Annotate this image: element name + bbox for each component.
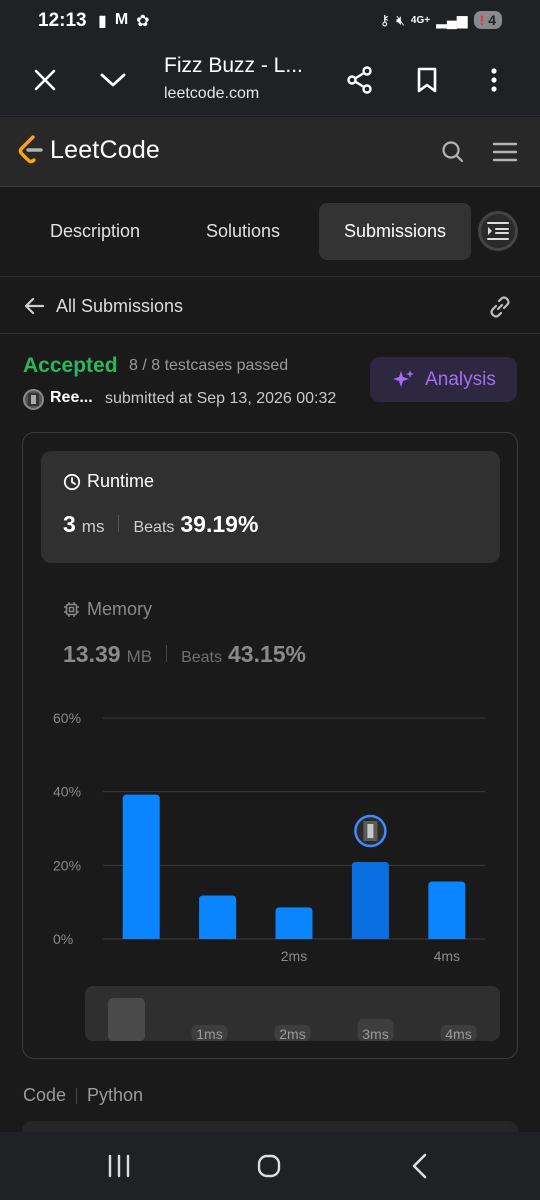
chevron-down-icon[interactable] bbox=[97, 64, 129, 96]
leetcode-header: LeetCode bbox=[0, 117, 540, 187]
y-tick-label: 60% bbox=[53, 710, 81, 726]
tab-description[interactable]: Description bbox=[22, 203, 168, 260]
system-navigation-bar bbox=[0, 1132, 540, 1200]
chart-bar[interactable] bbox=[275, 907, 313, 939]
home-icon[interactable] bbox=[249, 1150, 289, 1182]
y-tick-label: 0% bbox=[53, 931, 73, 947]
gmail-notification-icon: M bbox=[114, 11, 129, 28]
leetcode-logo-icon bbox=[18, 135, 43, 164]
tab-list-button[interactable] bbox=[478, 211, 518, 251]
y-tick-label: 40% bbox=[53, 784, 81, 800]
tab-solutions[interactable]: Solutions bbox=[180, 203, 306, 260]
problem-tabs: Description Solutions Submissions bbox=[0, 187, 540, 277]
minimap-label: 1ms bbox=[196, 1026, 222, 1042]
leetcode-logo[interactable]: LeetCode bbox=[16, 134, 160, 166]
runtime-distribution-chart[interactable]: 0% 20% 40% 60% 2ms 4ms 1ms 2ms 3ms 4ms bbox=[23, 433, 519, 1060]
minimap-label: 3ms bbox=[362, 1026, 388, 1042]
indent-list-icon bbox=[487, 222, 509, 240]
hamburger-menu-icon[interactable] bbox=[492, 141, 518, 168]
battery-count: 4 bbox=[488, 12, 496, 28]
tab-submissions[interactable]: Submissions bbox=[319, 203, 471, 260]
sparkle-icon bbox=[393, 369, 415, 387]
share-icon[interactable] bbox=[344, 64, 376, 96]
bookmark-icon[interactable] bbox=[411, 64, 443, 96]
logo-text: LeetCode bbox=[50, 135, 161, 164]
chart-bar[interactable] bbox=[199, 895, 237, 939]
code-label: Code bbox=[23, 1085, 67, 1105]
testcases-passed: 8 / 8 testcases passed bbox=[129, 357, 289, 374]
chart-bar[interactable] bbox=[428, 881, 466, 939]
analysis-label: Analysis bbox=[425, 368, 496, 390]
battery-warning-icon: ! bbox=[479, 12, 485, 28]
status-bar: 12:13 ▮ M ✿ ⚷ 🔇︎ 4G+ ▂▄▆ ! 4 bbox=[0, 0, 540, 44]
y-tick-label: 20% bbox=[53, 857, 81, 873]
mute-icon: 🔇︎ bbox=[396, 11, 405, 28]
chart-bar[interactable] bbox=[122, 794, 160, 939]
status-time: 12:13 bbox=[38, 10, 87, 31]
user-name[interactable]: Ree... bbox=[50, 389, 93, 407]
close-icon[interactable] bbox=[29, 64, 61, 96]
code-header: Code Python bbox=[23, 1085, 143, 1106]
divider bbox=[76, 1087, 78, 1104]
more-vertical-icon[interactable] bbox=[478, 64, 510, 96]
arrow-left-icon[interactable] bbox=[23, 295, 45, 322]
key-icon: ⚷ bbox=[379, 11, 391, 28]
battery-badge: ! 4 bbox=[473, 11, 502, 29]
submitted-at: submitted at Sep 13, 2026 00:32 bbox=[105, 390, 337, 407]
status-right-icons: ⚷ 🔇︎ 4G+ ▂▄▆ ! 4 bbox=[380, 11, 502, 29]
page-title[interactable]: Fizz Buzz - L... bbox=[164, 54, 303, 78]
page-url[interactable]: leetcode.com bbox=[164, 85, 259, 103]
submission-status: Accepted bbox=[23, 354, 118, 377]
app-notification-icon: ✿ bbox=[136, 13, 150, 30]
network-label: 4G+ bbox=[410, 14, 431, 26]
minimap-bar bbox=[108, 998, 145, 1041]
minimap-label: 2ms bbox=[279, 1026, 305, 1042]
avatar[interactable] bbox=[23, 389, 44, 410]
search-icon[interactable] bbox=[441, 140, 465, 169]
x-tick-label: 4ms bbox=[434, 948, 460, 964]
link-icon[interactable] bbox=[487, 294, 513, 325]
chart-bar[interactable] bbox=[351, 862, 389, 939]
minimap-label: 4ms bbox=[445, 1026, 471, 1042]
code-language: Python bbox=[87, 1085, 144, 1105]
avatar-figure bbox=[367, 824, 374, 839]
all-submissions-link[interactable]: All Submissions bbox=[56, 296, 183, 317]
notification-icons: ▮ M ✿ bbox=[98, 11, 150, 31]
all-submissions-bar: All Submissions bbox=[0, 278, 540, 334]
signal-icon: ▂▄▆ bbox=[436, 11, 468, 28]
browser-toolbar: Fizz Buzz - L... leetcode.com bbox=[0, 44, 540, 116]
recent-apps-icon[interactable] bbox=[99, 1150, 139, 1182]
submission-details-card: Runtime 3 ms Beats 39.19% Memory 13.39 M… bbox=[22, 432, 518, 1059]
back-icon[interactable] bbox=[400, 1150, 440, 1182]
x-tick-label: 2ms bbox=[281, 948, 307, 964]
alert-notification-icon: ▮ bbox=[98, 13, 107, 30]
analysis-button[interactable]: Analysis bbox=[370, 357, 517, 402]
